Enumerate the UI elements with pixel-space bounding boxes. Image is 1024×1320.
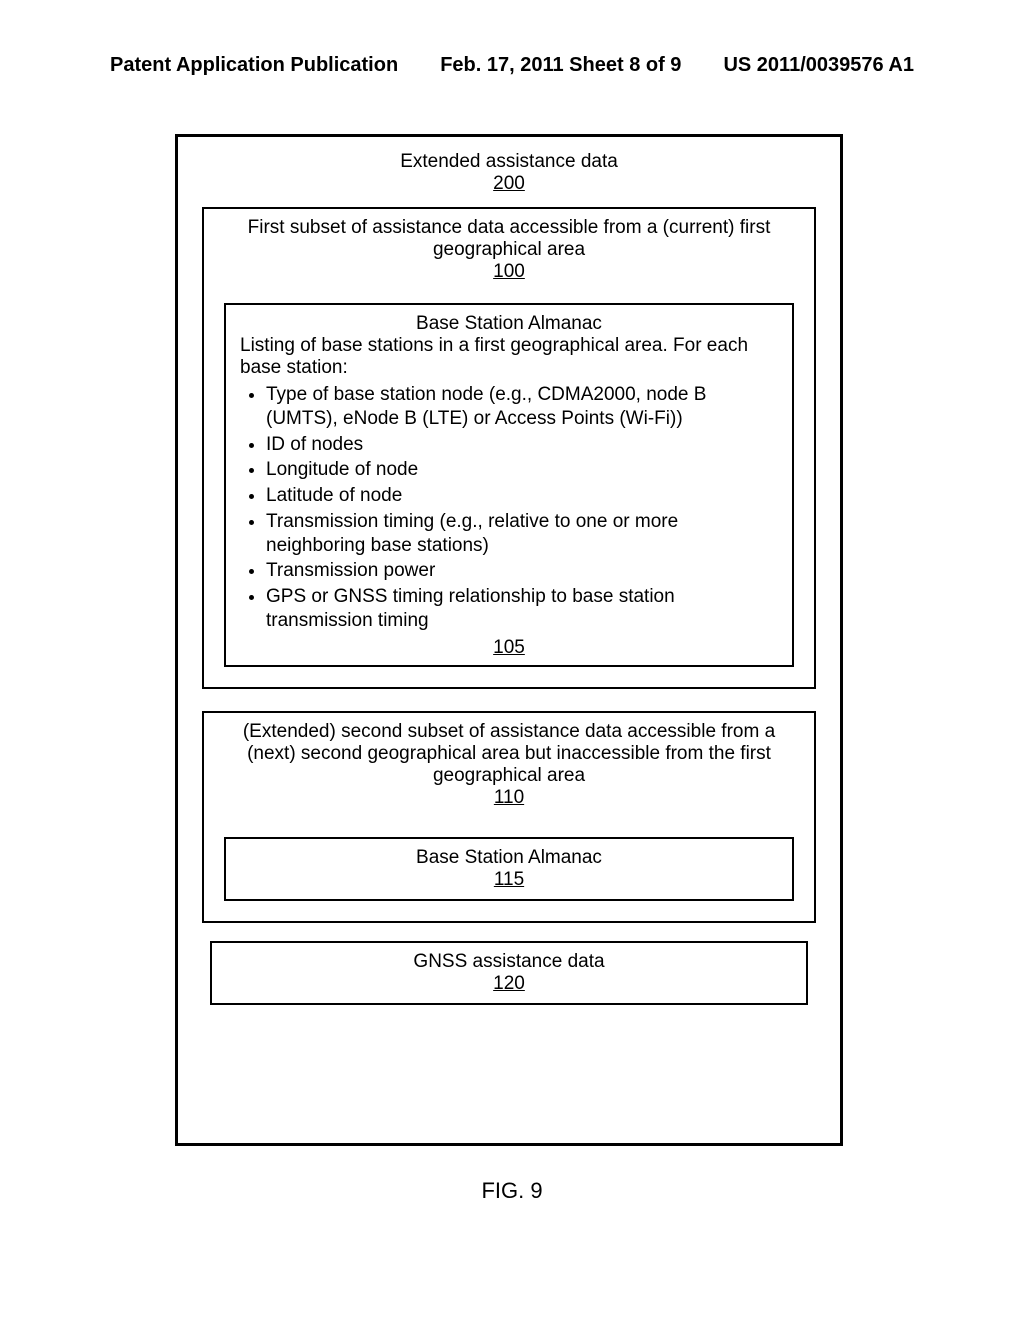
base-station-almanac-box-1: Base Station Almanac Listing of base sta… [224, 303, 794, 667]
list-item: ID of nodes [266, 433, 778, 457]
list-item: GPS or GNSS timing relationship to base … [266, 585, 778, 633]
header-mid: Feb. 17, 2011 Sheet 8 of 9 [440, 54, 681, 77]
second-subset-box: (Extended) second subset of assistance d… [202, 711, 816, 923]
gnss-ref: 120 [226, 973, 792, 995]
base-station-almanac-box-2: Base Station Almanac 115 [224, 837, 794, 901]
outer-title: Extended assistance data [202, 151, 816, 173]
second-subset-title: (Extended) second subset of assistance d… [216, 721, 802, 787]
almanac1-intro: Listing of base stations in a first geog… [240, 335, 778, 379]
first-subset-box: First subset of assistance data accessib… [202, 207, 816, 689]
extended-assistance-data-box: Extended assistance data 200 First subse… [175, 134, 843, 1146]
outer-ref: 200 [202, 173, 816, 195]
almanac2-heading: Base Station Almanac [240, 847, 778, 869]
almanac1-list: Type of base station node (e.g., CDMA200… [266, 383, 778, 633]
first-subset-title: First subset of assistance data accessib… [216, 217, 802, 261]
header-right: US 2011/0039576 A1 [723, 54, 914, 77]
page: Patent Application Publication Feb. 17, … [0, 0, 1024, 1320]
gnss-title: GNSS assistance data [226, 951, 792, 973]
list-item: Latitude of node [266, 484, 778, 508]
header-left: Patent Application Publication [110, 54, 398, 77]
first-subset-ref: 100 [216, 261, 802, 283]
list-item: Transmission power [266, 559, 778, 583]
almanac1-heading: Base Station Almanac [240, 313, 778, 335]
almanac2-ref: 115 [240, 869, 778, 891]
page-header: Patent Application Publication Feb. 17, … [110, 54, 914, 77]
gnss-assistance-box: GNSS assistance data 120 [210, 941, 808, 1005]
list-item: Longitude of node [266, 458, 778, 482]
almanac1-ref: 105 [240, 637, 778, 659]
list-item: Transmission timing (e.g., relative to o… [266, 510, 778, 558]
figure-label: FIG. 9 [0, 1178, 1024, 1204]
second-subset-ref: 110 [216, 787, 802, 809]
list-item: Type of base station node (e.g., CDMA200… [266, 383, 778, 431]
